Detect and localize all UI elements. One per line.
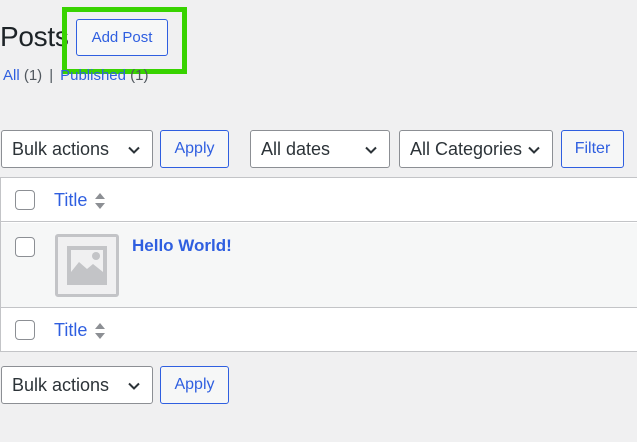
title-column-footer[interactable]: Title: [54, 320, 106, 341]
dates-filter-select[interactable]: All dates: [250, 130, 390, 168]
chevron-down-icon: [128, 382, 140, 390]
chevron-down-icon: [528, 146, 540, 154]
filter-all-link[interactable]: All: [3, 67, 20, 84]
select-all-checkbox[interactable]: [15, 190, 35, 210]
image-placeholder-icon[interactable]: [55, 234, 119, 297]
apply-button-top[interactable]: Apply: [160, 130, 229, 168]
dates-value: All dates: [261, 138, 331, 159]
bulk-actions-value: Bulk actions: [12, 374, 110, 395]
sort-icon: [95, 192, 106, 209]
categories-filter-select[interactable]: All Categories: [399, 130, 553, 168]
add-post-button[interactable]: Add Post: [76, 19, 168, 56]
table-row: Hello World!: [1, 223, 637, 307]
posts-table: Title Hello World! Title: [0, 177, 637, 352]
status-filter-links: All (1) | Published (1): [3, 66, 149, 86]
chevron-down-icon: [365, 146, 377, 154]
select-all-checkbox-footer[interactable]: [15, 320, 35, 340]
table-header-row: Title: [1, 178, 637, 222]
apply-button-bottom[interactable]: Apply: [160, 366, 229, 404]
filter-published-link[interactable]: Published: [60, 67, 126, 84]
published-count: (1): [130, 67, 149, 84]
page-title: Posts: [0, 21, 69, 52]
separator: |: [49, 67, 54, 84]
row-checkbox[interactable]: [15, 237, 35, 257]
title-column-label: Title: [54, 320, 88, 340]
bulk-actions-select-bottom[interactable]: Bulk actions: [1, 366, 153, 404]
all-count: (1): [23, 67, 43, 84]
chevron-down-icon: [128, 146, 140, 154]
filter-button[interactable]: Filter: [561, 130, 624, 168]
bulk-actions-select-top[interactable]: Bulk actions: [1, 130, 153, 168]
sort-icon: [95, 322, 106, 339]
title-column-label: Title: [54, 190, 88, 210]
bulk-actions-value: Bulk actions: [12, 138, 110, 159]
categories-value: All Categories: [410, 138, 523, 159]
table-footer-row: Title: [1, 307, 637, 351]
post-title-link[interactable]: Hello World!: [132, 236, 232, 256]
title-column-header[interactable]: Title: [54, 190, 106, 211]
